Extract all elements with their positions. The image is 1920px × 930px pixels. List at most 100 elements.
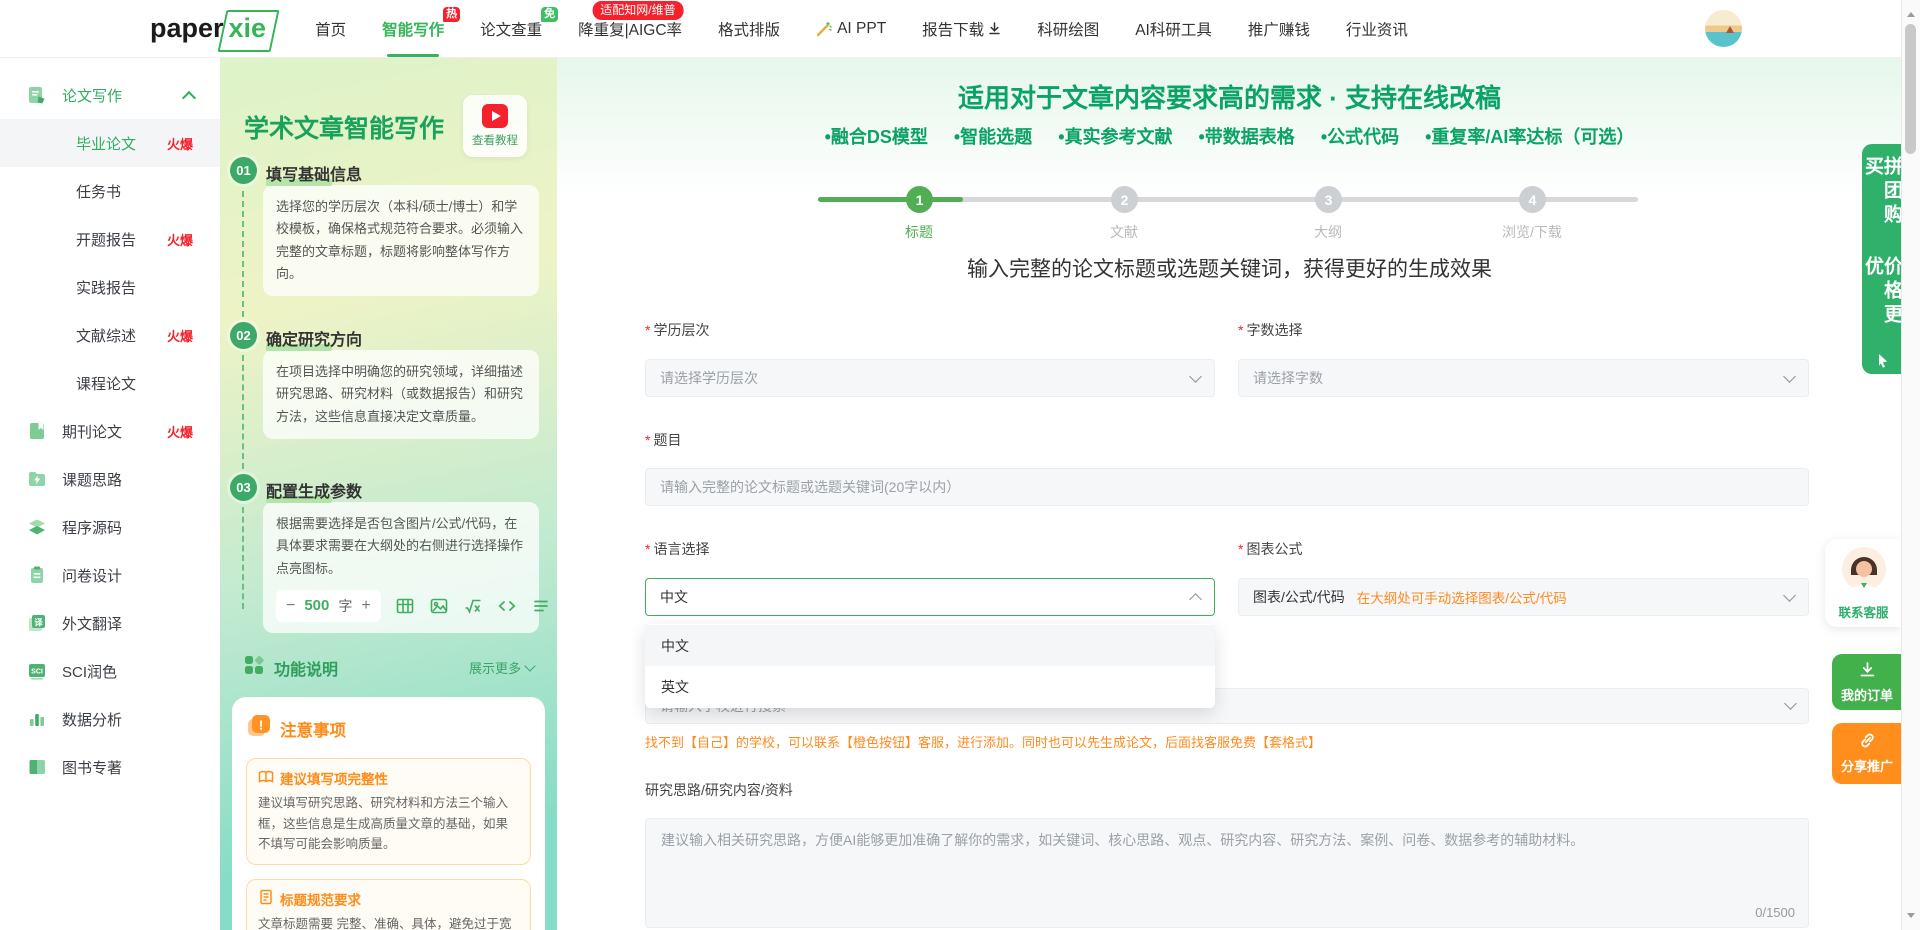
minus-button[interactable]: − — [286, 598, 295, 614]
scroll-down-arrow-icon[interactable] — [1907, 913, 1915, 922]
sidebar: 论文写作 毕业论文 火爆 任务书 开题报告 火爆 实践报告 文献综述 火爆 课程… — [0, 57, 220, 930]
sailboat-icon — [1726, 26, 1734, 33]
image-icon[interactable] — [429, 596, 449, 616]
chevron-up-icon — [1189, 593, 1202, 606]
contact-service-button[interactable]: 联系客服 — [1825, 539, 1902, 627]
sidebar-item-sci-polish[interactable]: SCI SCI润色 — [0, 647, 220, 695]
guide-panel: 学术文章智能写作 查看教程 01 填写基础信息 选择您的学历层次（本科/硕士/博… — [220, 57, 557, 930]
sidebar-item-proposal-report[interactable]: 开题报告 火爆 — [0, 215, 220, 263]
nav-promotion-earn[interactable]: 推广赚钱 — [1248, 0, 1310, 57]
sci-icon: SCI — [27, 661, 47, 681]
step-literature-circle[interactable]: 2 — [1111, 186, 1138, 213]
step-1-title: 填写基础信息 — [266, 161, 362, 185]
scrollbar-thumb[interactable] — [1905, 24, 1916, 154]
sidebar-item-task-book[interactable]: 任务书 — [0, 167, 220, 215]
step-2-description: 在项目选择中明确您的研究领域，详细描述研究思路、研究材料（或数据报告）和研究方法… — [263, 350, 539, 439]
language-option-english[interactable]: 英文 — [645, 666, 1215, 707]
nav-industry-news[interactable]: 行业资讯 — [1346, 0, 1408, 57]
title-input[interactable] — [645, 468, 1809, 506]
open-book-icon — [258, 769, 274, 788]
sidebar-item-source-code[interactable]: 程序源码 — [0, 503, 220, 551]
charts-select[interactable]: 图表/公式/代码 在大纲处可手动选择图表/公式/代码 — [1238, 578, 1809, 616]
research-textarea-wrap: 0/1500 — [645, 818, 1809, 928]
nav-home[interactable]: 首页 — [315, 0, 346, 57]
table-icon[interactable] — [395, 596, 415, 616]
clipboard-icon — [27, 565, 47, 585]
language-option-chinese[interactable]: 中文 — [645, 625, 1215, 666]
sidebar-item-literature-review[interactable]: 文献综述 火爆 — [0, 311, 220, 359]
cnki-badge: 适配知网/维普 — [592, 1, 683, 20]
notice-item-title-rules: 标题规范要求 文章标题需要 完整、准确、具体，避免过于宽泛或模糊的表述，好的标题… — [246, 879, 531, 930]
logo-text-black: paper — [150, 13, 224, 44]
nav-ai-ppt[interactable]: AI PPT — [816, 0, 886, 57]
language-dropdown: 中文 英文 — [645, 624, 1215, 708]
sidebar-item-practice-report[interactable]: 实践报告 — [0, 263, 220, 311]
chevron-down-icon — [1783, 589, 1796, 602]
group-buy-ribbon[interactable]: 拼团购买 价格更优 — [1862, 144, 1902, 374]
download-tray-icon — [1859, 661, 1876, 681]
scroll-up-arrow-icon[interactable] — [1907, 8, 1915, 17]
plus-button[interactable]: + — [361, 598, 370, 614]
step-download-label: 浏览/下载 — [1472, 222, 1592, 242]
top-navigation: paper xie 首页 智能写作 热 论文查重 免 降重复|AIGC率 适配知… — [0, 0, 1920, 58]
charts-label: *图表公式 — [1238, 539, 1302, 559]
formula-icon[interactable] — [463, 596, 483, 616]
research-textarea[interactable] — [646, 819, 1808, 897]
hot-label: 火爆 — [167, 326, 193, 345]
chevron-down-icon — [1189, 370, 1202, 383]
sidebar-item-journal-paper[interactable]: 期刊论文 火爆 — [0, 407, 220, 455]
translate-icon: 译 — [27, 613, 47, 633]
sidebar-item-graduation-thesis[interactable]: 毕业论文 火爆 — [0, 119, 220, 167]
share-promotion-button[interactable]: 分享推广 — [1832, 723, 1902, 784]
step-3-title: 配置生成参数 — [266, 478, 362, 502]
download-icon — [988, 22, 1001, 35]
svg-text:SCI: SCI — [31, 669, 43, 676]
step-1-number: 01 — [230, 157, 257, 184]
user-avatar[interactable] — [1705, 10, 1742, 47]
nav-reduce-aigc[interactable]: 降重复|AIGC率 适配知网/维普 — [578, 0, 682, 57]
play-icon — [482, 104, 508, 128]
hot-label: 火爆 — [167, 422, 193, 441]
brand-logo[interactable]: paper xie — [150, 13, 271, 44]
nav-smart-writing[interactable]: 智能写作 热 — [382, 0, 444, 57]
nav-format-layout[interactable]: 格式排版 — [718, 0, 780, 57]
nav-plagiarism-check[interactable]: 论文查重 免 — [480, 0, 542, 57]
sidebar-item-topic-ideas[interactable]: 课题思路 — [0, 455, 220, 503]
code-icon[interactable] — [497, 596, 517, 616]
step-title-circle[interactable]: 1 — [906, 186, 933, 213]
page-scrollbar[interactable] — [1901, 0, 1920, 930]
sidebar-item-questionnaire-design[interactable]: 问卷设计 — [0, 551, 220, 599]
show-more-button[interactable]: 展示更多 — [469, 658, 534, 677]
education-label: *学历层次 — [645, 320, 709, 340]
notice-header: ! 注意事项 — [246, 713, 531, 744]
sidebar-item-data-analysis[interactable]: 数据分析 — [0, 695, 220, 743]
list-icon[interactable] — [531, 596, 551, 616]
education-select[interactable]: 请选择学历层次 — [645, 359, 1215, 397]
sidebar-item-paper-writing[interactable]: 论文写作 — [0, 71, 220, 119]
sidebar-item-course-paper[interactable]: 课程论文 — [0, 359, 220, 407]
my-orders-button[interactable]: 我的订单 — [1832, 654, 1902, 710]
language-select[interactable]: 中文 — [645, 578, 1215, 616]
nav-research-drawing[interactable]: 科研绘图 — [1037, 0, 1099, 57]
step-3-description: 根据需要选择是否包含图片/公式/代码，在具体要求需要在大纲处的右侧进行选择操作点… — [263, 502, 539, 633]
wordcount-select[interactable]: 请选择字数 — [1238, 359, 1809, 397]
sidebar-item-book-monograph[interactable]: 图书专著 — [0, 743, 220, 791]
nav-report-download[interactable]: 报告下载 — [922, 0, 1001, 57]
view-tutorial-button[interactable]: 查看教程 — [463, 95, 527, 157]
free-badge: 免 — [541, 7, 558, 22]
document-icon — [258, 889, 274, 908]
journal-icon — [27, 421, 47, 441]
step-outline-circle[interactable]: 3 — [1315, 186, 1342, 213]
chevron-up-icon — [182, 90, 196, 104]
research-label: 研究思路/研究内容/资料 — [645, 780, 793, 800]
sidebar-item-foreign-translation[interactable]: 译 外文翻译 — [0, 599, 220, 647]
features-grid-icon — [244, 655, 264, 680]
step-download-circle[interactable]: 4 — [1519, 186, 1546, 213]
svg-text:!: ! — [259, 718, 263, 733]
generation-controls: − 500 字 + — [276, 590, 526, 622]
book-icon — [27, 757, 47, 777]
nav-ai-research-tools[interactable]: AI科研工具 — [1135, 0, 1212, 57]
language-label: *语言选择 — [645, 539, 709, 559]
word-count-stepper[interactable]: − 500 字 + — [276, 590, 381, 622]
progress-stepper: 1 2 3 4 标题 文献 大纲 浏览/下载 — [818, 186, 1638, 244]
